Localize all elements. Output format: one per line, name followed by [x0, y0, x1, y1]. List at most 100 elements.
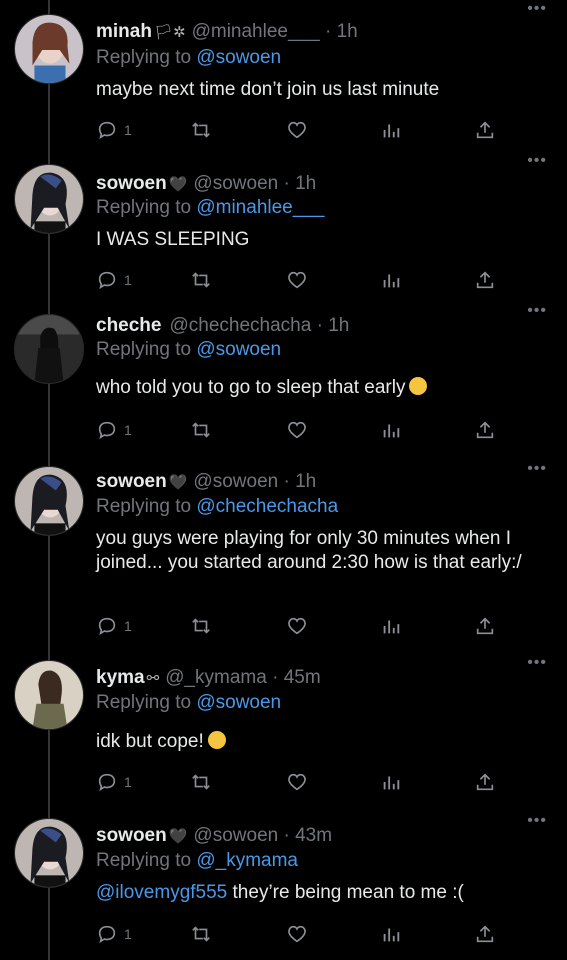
analytics-icon	[383, 124, 400, 138]
avatar[interactable]	[14, 314, 84, 384]
more-icon[interactable]: •••	[527, 1, 547, 17]
heart-icon	[288, 925, 306, 943]
handle[interactable]: @sowoen	[193, 471, 278, 492]
analytics-icon	[383, 776, 400, 790]
views-button[interactable]	[380, 418, 402, 442]
share-icon	[476, 271, 494, 289]
replying-label: Replying to	[96, 692, 192, 713]
mention-link[interactable]: @ilovemygf555	[96, 882, 227, 903]
share-button[interactable]	[474, 614, 496, 638]
display-name[interactable]: minah	[96, 21, 152, 42]
views-button[interactable]	[380, 614, 402, 638]
more-icon[interactable]: •••	[527, 153, 547, 169]
name-badge: 🖤	[168, 474, 188, 491]
like-button[interactable]	[286, 922, 308, 946]
retweet-button[interactable]	[190, 922, 212, 946]
retweet-button[interactable]	[190, 418, 212, 442]
reply-button[interactable]: 1	[96, 614, 132, 638]
reply-icon	[98, 271, 116, 290]
reply-icon	[98, 925, 116, 944]
share-button[interactable]	[474, 770, 496, 794]
retweet-button[interactable]	[190, 614, 212, 638]
replying-mention[interactable]: @chechechacha	[196, 496, 338, 517]
tweet-text: they’re being mean to me :(	[227, 882, 464, 903]
timestamp[interactable]: 45m	[284, 667, 321, 688]
heart-icon	[288, 617, 306, 635]
analytics-icon	[383, 424, 400, 438]
views-button[interactable]	[380, 118, 402, 142]
reply-button[interactable]: 1	[96, 268, 132, 292]
like-button[interactable]	[286, 614, 308, 638]
reply-count: 1	[124, 272, 132, 288]
display-name[interactable]: sowoen	[96, 471, 167, 492]
reply-button[interactable]: 1	[96, 770, 132, 794]
handle[interactable]: @sowoen	[193, 825, 278, 846]
avatar[interactable]	[14, 818, 84, 888]
retweet-button[interactable]	[190, 268, 212, 292]
share-button[interactable]	[474, 418, 496, 442]
replying-to: Replying to @sowoen	[96, 691, 281, 715]
reply-icon	[98, 617, 116, 636]
reply-button[interactable]: 1	[96, 118, 132, 142]
avatar[interactable]	[14, 14, 84, 84]
heart-icon	[288, 271, 306, 289]
avatar[interactable]	[14, 164, 84, 234]
views-button[interactable]	[380, 268, 402, 292]
like-button[interactable]	[286, 118, 308, 142]
share-button[interactable]	[474, 118, 496, 142]
replying-label: Replying to	[96, 496, 192, 517]
handle[interactable]: @minahlee___	[192, 21, 320, 42]
like-button[interactable]	[286, 268, 308, 292]
views-button[interactable]	[380, 770, 402, 794]
display-name[interactable]: cheche	[96, 315, 161, 336]
retweet-icon	[192, 122, 210, 138]
retweet-button[interactable]	[190, 118, 212, 142]
retweet-button[interactable]	[190, 770, 212, 794]
reply-button[interactable]: 1	[96, 418, 132, 442]
avatar[interactable]	[14, 660, 84, 730]
timestamp[interactable]: 1h	[295, 173, 316, 194]
display-name[interactable]: kyma	[96, 667, 145, 688]
timestamp[interactable]: 43m	[295, 825, 332, 846]
dot-separator: ·	[283, 471, 290, 492]
share-button[interactable]	[474, 922, 496, 946]
face-with-rolling-eyes-emoji	[409, 377, 428, 395]
retweet-icon	[192, 272, 210, 288]
replying-label: Replying to	[96, 47, 192, 68]
replying-mention[interactable]: @sowoen	[196, 692, 281, 713]
retweet-icon	[192, 618, 210, 634]
more-icon[interactable]: •••	[527, 655, 547, 671]
like-button[interactable]	[286, 418, 308, 442]
timestamp[interactable]: 1h	[328, 315, 349, 336]
handle[interactable]: @_kymama	[165, 667, 267, 688]
heart-icon	[288, 121, 306, 139]
replying-label: Replying to	[96, 339, 192, 360]
tweet-text: who told you to go to sleep that early	[96, 377, 406, 398]
more-icon[interactable]: •••	[527, 303, 547, 319]
replying-mention[interactable]: @sowoen	[196, 47, 281, 68]
dot-separator: ·	[272, 667, 279, 688]
analytics-icon	[383, 274, 400, 288]
reply-count: 1	[124, 122, 132, 138]
dot-separator: ·	[316, 315, 323, 336]
handle[interactable]: @chechechacha	[169, 315, 311, 336]
replying-mention[interactable]: @sowoen	[196, 339, 281, 360]
more-icon[interactable]: •••	[527, 461, 547, 477]
like-button[interactable]	[286, 770, 308, 794]
views-button[interactable]	[380, 922, 402, 946]
share-button[interactable]	[474, 268, 496, 292]
name-badge: 🏳✲	[153, 24, 186, 41]
replying-mention[interactable]: @minahlee___	[196, 197, 324, 218]
replying-mention[interactable]: @_kymama	[196, 850, 298, 871]
timestamp[interactable]: 1h	[337, 21, 358, 42]
avatar[interactable]	[14, 466, 84, 536]
more-icon[interactable]: •••	[527, 813, 547, 829]
reply-button[interactable]: 1	[96, 922, 132, 946]
display-name[interactable]: sowoen	[96, 825, 167, 846]
action-bar: 1	[96, 614, 496, 638]
share-icon	[476, 617, 494, 635]
handle[interactable]: @sowoen	[193, 173, 278, 194]
reply-count: 1	[124, 774, 132, 790]
timestamp[interactable]: 1h	[295, 471, 316, 492]
display-name[interactable]: sowoen	[96, 173, 167, 194]
